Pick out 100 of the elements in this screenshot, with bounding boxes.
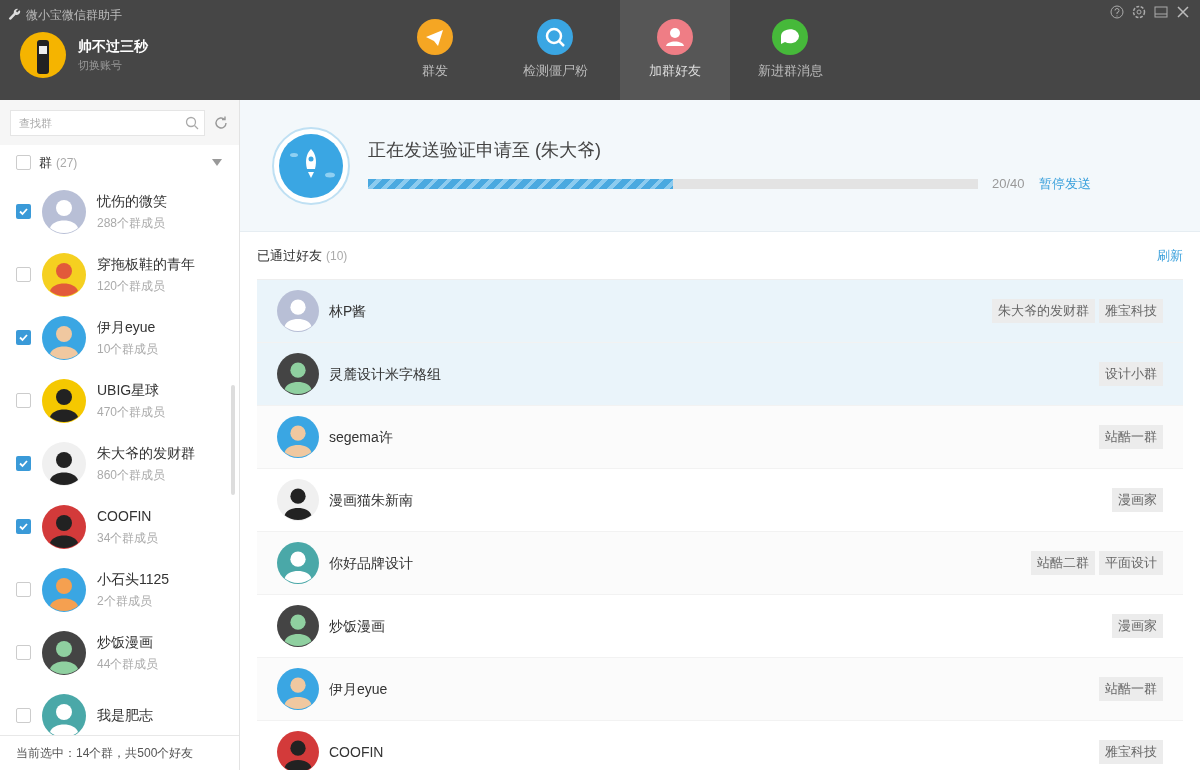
friend-count: (10) <box>326 247 348 265</box>
group-header-label: 群 <box>39 153 52 172</box>
tag: 站酷一群 <box>1099 425 1163 449</box>
avatar <box>42 252 86 297</box>
avatar <box>277 290 319 332</box>
refresh-icon[interactable] <box>213 114 229 131</box>
friend-name: 灵麓设计米字格组 <box>329 364 442 384</box>
avatar <box>277 605 319 647</box>
group-name: 忧伤的微笑 <box>97 192 167 211</box>
friend-row[interactable]: 伊月eyue 站酷一群 <box>257 658 1183 721</box>
search-field[interactable]: 查找群 <box>10 109 205 136</box>
member-count: 288个群成员 <box>97 215 167 232</box>
tab[interactable]: 新进群消息 <box>730 0 850 100</box>
paper-plane-icon <box>417 19 453 56</box>
rocket-icon <box>272 126 350 205</box>
group-name: 伊月eyue <box>97 318 157 337</box>
group-name: 小石头1125 <box>97 570 170 589</box>
avatar <box>277 479 319 521</box>
wrench-icon <box>8 8 22 22</box>
friend-row[interactable]: segema许 站酷一群 <box>257 406 1183 469</box>
avatar <box>277 731 319 770</box>
checkmark-icon <box>18 332 29 343</box>
avatar <box>42 441 86 486</box>
avatar <box>42 630 86 675</box>
help-icon[interactable] <box>1110 5 1124 19</box>
friend-name: 伊月eyue <box>329 679 389 699</box>
member-count: 860个群成员 <box>97 467 167 484</box>
checkbox[interactable] <box>16 155 31 170</box>
tag: 雅宝科技 <box>1099 740 1163 764</box>
group-name: 我是肥志 <box>97 706 153 725</box>
window-title: 微小宝微信群助手 <box>26 7 122 24</box>
avatar <box>42 504 86 549</box>
friend-name: 炒饭漫画 <box>329 616 386 636</box>
chat-bubble-icon <box>772 19 808 56</box>
friend-row[interactable]: 你好品牌设计 站酷二群 平面设计 <box>257 532 1183 595</box>
checkmark-icon <box>18 206 29 217</box>
checkmark-icon <box>18 458 29 469</box>
checkbox[interactable] <box>16 519 31 534</box>
group-count: (27) <box>56 154 78 172</box>
member-count: 470个群成员 <box>97 404 166 421</box>
avatar <box>277 353 319 395</box>
checkbox[interactable] <box>16 393 31 408</box>
avatar <box>42 189 86 234</box>
member-count: 120个群成员 <box>97 278 167 295</box>
friend-name: segema许 <box>329 427 394 447</box>
avatar <box>277 668 319 710</box>
member-count: 10个群成员 <box>97 341 159 358</box>
checkbox[interactable] <box>16 645 31 660</box>
tag: 漫画家 <box>1112 614 1163 638</box>
checkbox[interactable] <box>16 708 31 723</box>
friend-name: COOFIN <box>329 742 385 762</box>
avatar <box>42 378 86 423</box>
tab[interactable]: 群发 <box>380 0 490 100</box>
tab[interactable]: 检测僵尸粉 <box>490 0 620 100</box>
group-name: COOFIN <box>97 507 153 526</box>
friend-name: 林P酱 <box>329 301 368 321</box>
friend-row[interactable]: 灵麓设计米字格组 设计小群 <box>257 343 1183 406</box>
friend-row[interactable]: 林P酱 朱大爷的发财群 雅宝科技 <box>257 280 1183 343</box>
person-icon <box>657 19 693 56</box>
tag: 设计小群 <box>1099 362 1163 386</box>
group-name: 炒饭漫画 <box>97 633 154 652</box>
scrollbar[interactable] <box>231 385 235 495</box>
settings-icon[interactable] <box>1132 5 1146 19</box>
tag: 朱大爷的发财群 <box>992 299 1095 323</box>
avatar <box>42 567 86 612</box>
tag: 站酷二群 <box>1031 551 1095 575</box>
friend-name: 你好品牌设计 <box>329 553 414 573</box>
group-name: UBIG星球 <box>97 381 161 400</box>
tag: 漫画家 <box>1112 488 1163 512</box>
group-name: 朱大爷的发财群 <box>97 444 195 463</box>
minimize-icon[interactable] <box>1154 5 1168 19</box>
avatar <box>42 693 86 735</box>
selection-status: 当前选中：14个群，共500个好友 <box>16 745 194 762</box>
checkbox[interactable] <box>16 204 31 219</box>
close-icon[interactable] <box>1176 5 1190 19</box>
account-name: 帅不过三秒 <box>78 37 148 57</box>
friend-name: 漫画猫朱新南 <box>329 490 414 510</box>
tag: 雅宝科技 <box>1099 299 1163 323</box>
member-count: 34个群成员 <box>97 530 159 547</box>
checkbox[interactable] <box>16 456 31 471</box>
checkmark-icon <box>18 521 29 532</box>
member-count: 44个群成员 <box>97 656 159 673</box>
avatar <box>42 315 86 360</box>
progress-title: 正在发送验证申请至 (朱大爷) <box>368 139 602 163</box>
search-icon <box>185 115 199 130</box>
member-count: 2个群成员 <box>97 593 153 610</box>
list-title: 已通过好友 <box>257 246 322 265</box>
progress-reading: 20/40 <box>992 175 1025 194</box>
tag: 站酷一群 <box>1099 677 1163 701</box>
avatar <box>277 542 319 584</box>
checkbox[interactable] <box>16 582 31 597</box>
avatar <box>20 32 66 78</box>
dropdown-icon[interactable] <box>211 157 223 168</box>
avatar <box>277 416 319 458</box>
checkbox[interactable] <box>16 330 31 345</box>
magnifier-icon <box>537 19 573 56</box>
checkbox[interactable] <box>16 267 31 282</box>
group-name: 穿拖板鞋的青年 <box>97 255 195 274</box>
tag: 平面设计 <box>1099 551 1163 575</box>
tab[interactable]: 加群好友 <box>620 0 730 100</box>
